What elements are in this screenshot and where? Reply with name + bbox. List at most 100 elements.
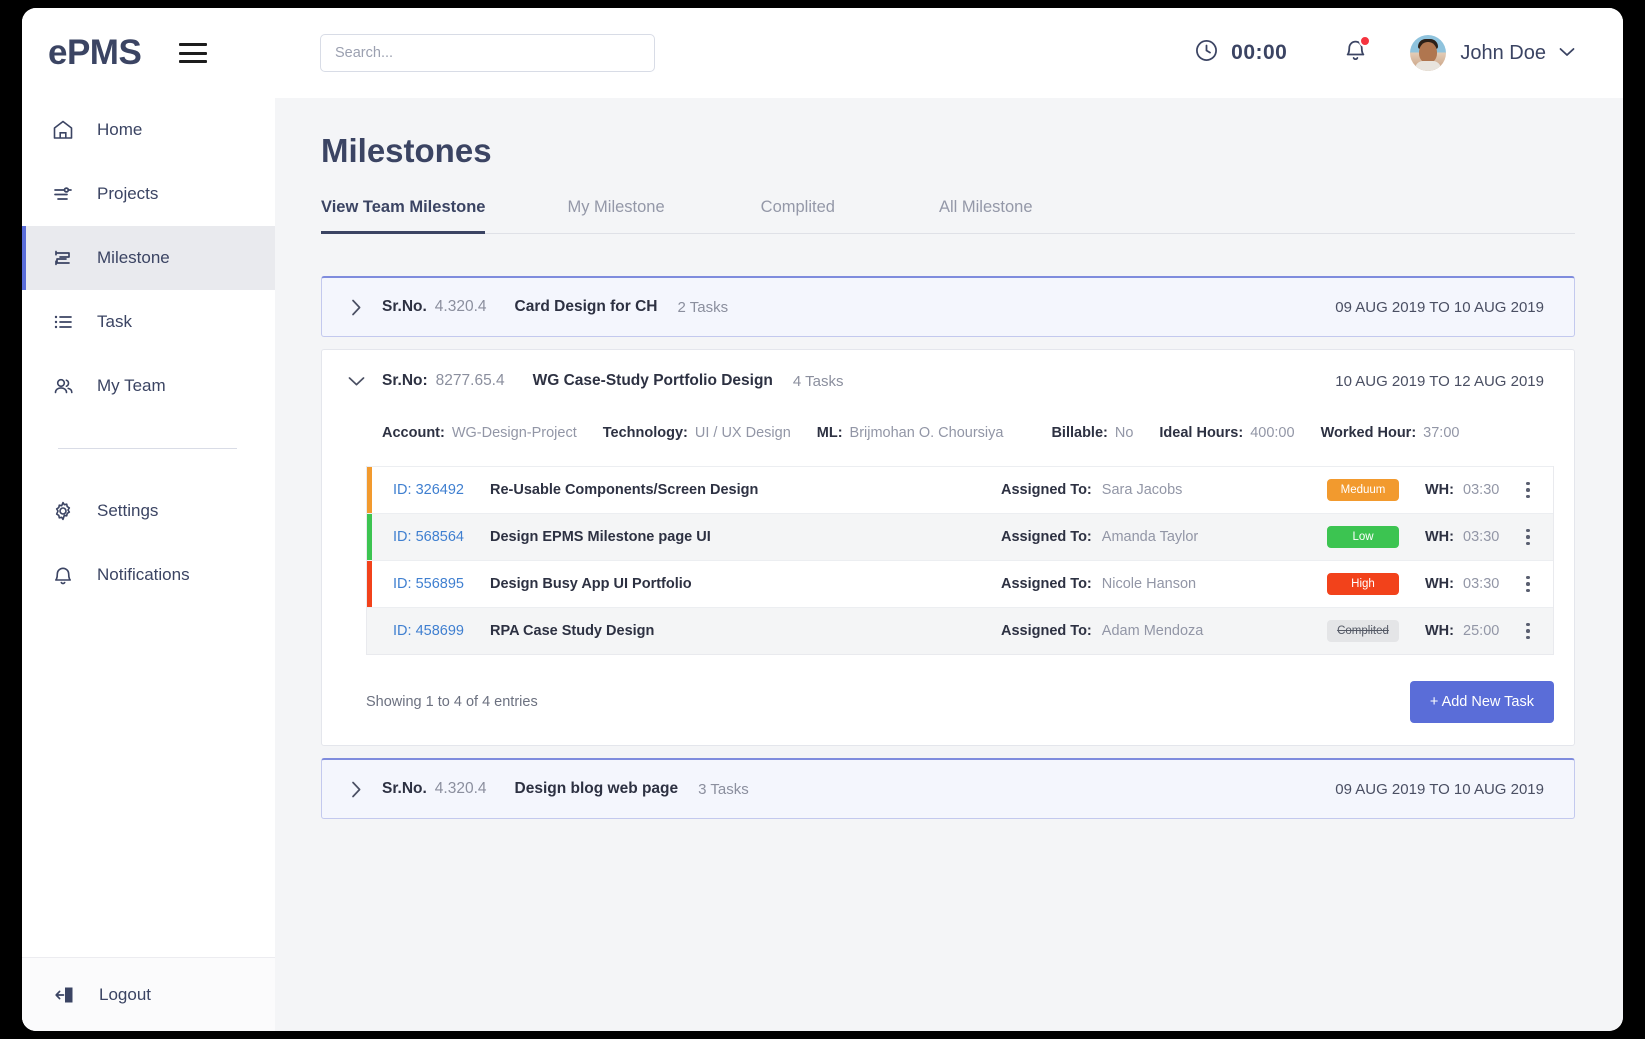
wh-value: 03:30 xyxy=(1463,576,1500,592)
srno-value: 8277.65.4 xyxy=(435,372,505,389)
task-id-value: 568564 xyxy=(415,529,464,545)
team-icon xyxy=(48,374,78,399)
sidebar-item-notifications[interactable]: Notifications xyxy=(22,543,275,607)
assignee-name: Adam Mendoza xyxy=(1101,623,1204,639)
milestone-task-count: 2 Tasks xyxy=(677,298,729,316)
srno-value: 4.320.4 xyxy=(434,298,487,315)
task-menu-icon[interactable] xyxy=(1517,481,1539,499)
sidebar-item-home[interactable]: Home xyxy=(22,98,275,162)
priority-badge: Complited xyxy=(1327,620,1399,642)
sidebar-item-logout[interactable]: Logout xyxy=(22,957,275,1031)
sidebar-item-projects[interactable]: Projects xyxy=(22,162,275,226)
ideal-hours-value: 400:00 xyxy=(1250,425,1295,441)
app-logo[interactable]: ePMS xyxy=(48,33,142,73)
wh-label: WH: xyxy=(1425,623,1454,639)
assigned-label: Assigned To: xyxy=(1001,529,1092,545)
search-wrap xyxy=(320,34,655,72)
body-row: Home Projects Milestone Task My Team Set… xyxy=(22,98,1623,1031)
ideal-hours-label: Ideal Hours: xyxy=(1159,425,1244,441)
chevron-down-icon[interactable] xyxy=(346,376,366,387)
brand-zone: ePMS xyxy=(22,8,275,98)
task-title: Design EPMS Milestone page UI xyxy=(490,529,711,545)
tab-label: All Milestone xyxy=(938,198,1033,216)
tab-label: View Team Milestone xyxy=(321,198,486,216)
app-window: ePMS 00:00 xyxy=(22,8,1623,1031)
task-menu-icon[interactable] xyxy=(1517,622,1539,640)
billable-value: No xyxy=(1114,425,1134,441)
page-title: Milestones xyxy=(321,132,492,169)
task-title: Re-Usable Components/Screen Design xyxy=(490,482,759,498)
sidebar-item-label: Notifications xyxy=(97,565,190,584)
top-bar: ePMS 00:00 xyxy=(22,8,1623,98)
chevron-down-icon[interactable] xyxy=(1559,44,1575,62)
priority-badge: Meduum xyxy=(1327,479,1399,501)
task-menu-icon[interactable] xyxy=(1517,575,1539,593)
account-value: WG-Design-Project xyxy=(451,425,577,441)
table-footer: Showing 1 to 4 of 4 entries + Add New Ta… xyxy=(366,681,1554,723)
sidebar-divider xyxy=(58,448,237,449)
table-row[interactable]: ID: 458699 RPA Case Study Design Assigne… xyxy=(367,607,1553,654)
projects-icon xyxy=(48,182,78,206)
task-id: ID: 556895 xyxy=(372,576,490,592)
assignee-name: Amanda Taylor xyxy=(1101,529,1199,545)
search-input[interactable] xyxy=(320,34,655,72)
task-menu-icon[interactable] xyxy=(1517,528,1539,546)
wh-value: 03:30 xyxy=(1463,482,1500,498)
tab-all-milestone[interactable]: All Milestone xyxy=(939,198,1033,233)
task-worked-hours: WH: 25:00 xyxy=(1425,623,1517,639)
sidebar-item-label: Milestone xyxy=(97,248,170,267)
hamburger-menu-icon[interactable] xyxy=(179,43,208,63)
task-id-prefix: ID: xyxy=(393,529,412,545)
notification-badge-dot xyxy=(1359,35,1372,47)
sidebar-item-label: Settings xyxy=(97,501,159,520)
sidebar-item-task[interactable]: Task xyxy=(22,290,275,354)
milestone-dates: 10 AUG 2019 TO 12 AUG 2019 xyxy=(1335,372,1544,390)
username-label: John Doe xyxy=(1460,41,1546,64)
table-row[interactable]: ID: 568564 Design EPMS Milestone page UI… xyxy=(367,513,1553,560)
technology-label: Technology: xyxy=(602,425,688,441)
sidebar-item-settings[interactable]: Settings xyxy=(22,479,275,543)
worked-hour-label: Worked Hour: xyxy=(1320,425,1417,441)
tab-my-milestone[interactable]: My Milestone xyxy=(567,198,664,233)
milestone-name: Card Design for CH xyxy=(514,298,658,315)
task-assignee: Assigned To: Nicole Hanson xyxy=(997,576,1327,592)
task-id-prefix: ID: xyxy=(393,576,412,592)
tab-label: My Milestone xyxy=(567,198,665,216)
sidebar-item-label: Home xyxy=(97,120,143,139)
table-row[interactable]: ID: 556895 Design Busy App UI Portfolio … xyxy=(367,560,1553,607)
timer[interactable]: 00:00 xyxy=(1194,38,1287,68)
avatar[interactable] xyxy=(1410,35,1447,71)
tab-view-team-milestone[interactable]: View Team Milestone xyxy=(321,198,486,234)
task-assignee: Assigned To: Sara Jacobs xyxy=(997,482,1327,498)
sidebar-item-milestone[interactable]: Milestone xyxy=(22,226,275,290)
chevron-right-icon[interactable] xyxy=(346,299,366,316)
milestone-card-collapsed[interactable]: Sr.No. 4.320.4 Design blog web page 3 Ta… xyxy=(321,758,1575,819)
assigned-label: Assigned To: xyxy=(1001,576,1092,592)
assigned-label: Assigned To: xyxy=(1001,623,1092,639)
milestone-task-count: 3 Tasks xyxy=(698,780,749,798)
add-new-task-button[interactable]: + Add New Task xyxy=(1409,681,1554,723)
task-title: RPA Case Study Design xyxy=(490,623,655,639)
milestone-card-collapsed[interactable]: Sr.No. 4.320.4 Card Design for CH 2 Task… xyxy=(321,276,1575,337)
sidebar-item-my-team[interactable]: My Team xyxy=(22,354,275,418)
milestone-header[interactable]: Sr.No: 8277.65.4 WG Case-Study Portfolio… xyxy=(322,350,1574,412)
notifications-bell-button[interactable] xyxy=(1343,35,1372,69)
task-worked-hours: WH: 03:30 xyxy=(1425,529,1517,545)
milestone-name: Design blog web page xyxy=(514,780,679,797)
ml-label: ML: xyxy=(816,425,843,441)
tabs: View Team Milestone My Milestone Complit… xyxy=(321,198,1575,234)
task-id: ID: 326492 xyxy=(372,482,490,498)
bell-icon xyxy=(48,563,78,588)
task-assignee: Assigned To: Amanda Taylor xyxy=(997,529,1327,545)
tab-complited[interactable]: Complited xyxy=(761,198,835,233)
task-title: Design Busy App UI Portfolio xyxy=(490,576,692,592)
milestone-header[interactable]: Sr.No. 4.320.4 Card Design for CH 2 Task… xyxy=(322,278,1574,336)
wh-label: WH: xyxy=(1425,576,1454,592)
milestone-header[interactable]: Sr.No. 4.320.4 Design blog web page 3 Ta… xyxy=(322,760,1574,818)
milestone-meta-row: Account: WG-Design-Project Technology: U… xyxy=(322,412,1574,454)
task-worked-hours: WH: 03:30 xyxy=(1425,482,1517,498)
wh-label: WH: xyxy=(1425,482,1454,498)
table-row[interactable]: ID: 326492 Re-Usable Components/Screen D… xyxy=(367,466,1553,513)
sidebar-item-label: Task xyxy=(97,312,132,331)
chevron-right-icon[interactable] xyxy=(346,781,366,798)
